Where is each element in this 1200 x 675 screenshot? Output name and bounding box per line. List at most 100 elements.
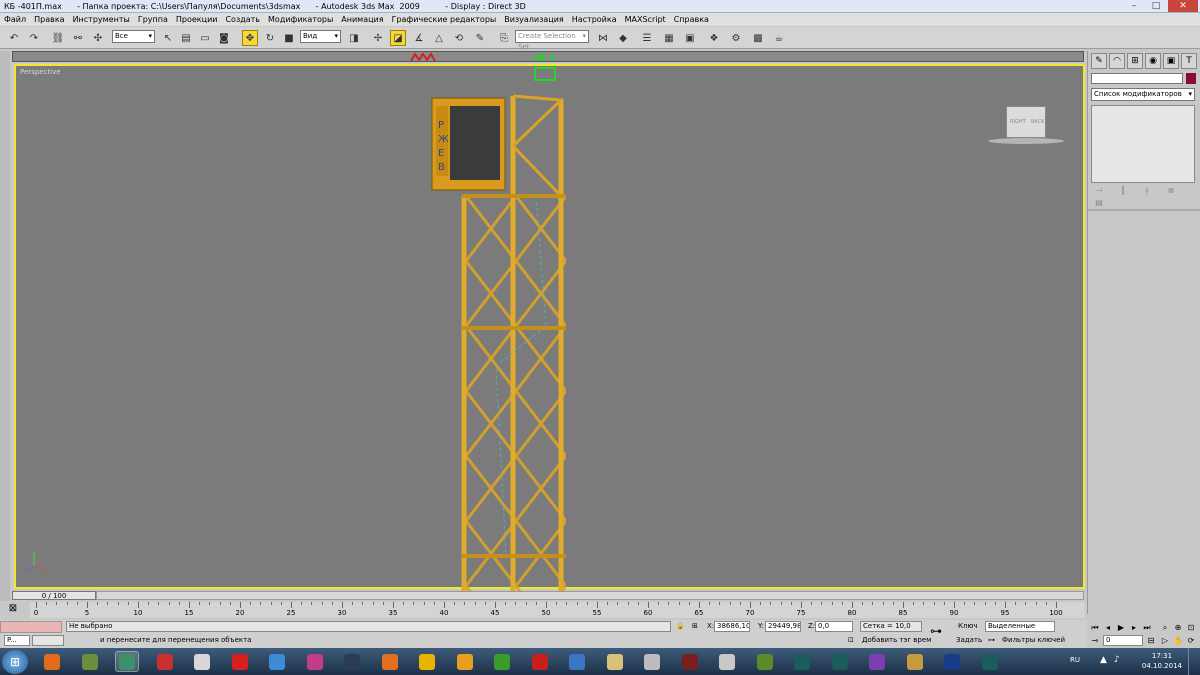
render-setup-icon[interactable]: ⚙: [728, 30, 744, 46]
viewcube-back-label[interactable]: BACK: [1031, 119, 1045, 125]
next-frame-icon[interactable]: ▸: [1128, 622, 1140, 633]
track-bar-icon[interactable]: ⊠: [6, 603, 20, 617]
selection-set-select[interactable]: Create Selection Set: [515, 30, 589, 51]
3dsmax2-icon[interactable]: [828, 651, 852, 672]
unlink-icon[interactable]: ⚯: [70, 30, 86, 46]
menu-group[interactable]: Группа: [134, 13, 172, 26]
undo-icon[interactable]: ↶: [6, 30, 22, 46]
mini-listener-tab[interactable]: P...: [4, 635, 30, 646]
folder-icon[interactable]: [603, 651, 627, 672]
hierarchy-tab-icon[interactable]: ⊞: [1127, 53, 1143, 69]
current-frame-field[interactable]: 0: [1103, 635, 1143, 646]
display-tab-icon[interactable]: ▣: [1163, 53, 1179, 69]
chrome-icon[interactable]: [265, 651, 289, 672]
menu-file[interactable]: Файл: [0, 13, 30, 26]
mirror-icon[interactable]: ⋈: [595, 30, 611, 46]
menu-views[interactable]: Проекции: [172, 13, 222, 26]
box-icon[interactable]: [190, 651, 214, 672]
time-slider[interactable]: 0 / 100: [12, 591, 96, 600]
arrow-icon[interactable]: [565, 651, 589, 672]
menu-modifiers[interactable]: Модификаторы: [264, 13, 337, 26]
zoom-all-icon[interactable]: ⊕: [1172, 622, 1184, 633]
bind-space-warp-icon[interactable]: ✣: [90, 30, 106, 46]
clock[interactable]: 17:31 04.10.2014: [1142, 651, 1182, 671]
goto-start-icon[interactable]: ⏮: [1089, 622, 1101, 633]
key-filters-icon[interactable]: ⊶: [988, 635, 995, 646]
maximize-button[interactable]: □: [1146, 0, 1166, 12]
z-coord-field[interactable]: 0,0: [815, 621, 853, 632]
time-tag-icon[interactable]: ⊡: [848, 635, 854, 646]
track-strip[interactable]: [12, 51, 1084, 62]
viewcube[interactable]: RIGHT BACK: [1006, 106, 1046, 138]
sketchbook-icon[interactable]: [115, 651, 139, 672]
remove-modifier-icon[interactable]: ⊗: [1163, 186, 1179, 198]
scale-icon[interactable]: ■: [281, 30, 297, 46]
record-icon[interactable]: [528, 651, 552, 672]
zoom-extents-icon[interactable]: ⊡: [1185, 622, 1197, 633]
abs-mode-icon[interactable]: ⊞: [692, 621, 698, 632]
zoom-icon[interactable]: ⌕: [1159, 622, 1171, 633]
pin-stack-icon[interactable]: ⊣: [1091, 186, 1107, 198]
material-editor-icon[interactable]: ❖: [706, 30, 722, 46]
modifier-list-select[interactable]: Список модификаторов: [1091, 88, 1195, 101]
3dsmax-icon[interactable]: [790, 651, 814, 672]
layer-manager-icon[interactable]: ☰: [639, 30, 655, 46]
menu-tools[interactable]: Инструменты: [69, 13, 134, 26]
reference-coord-select[interactable]: Вид: [300, 30, 341, 43]
object-name-field[interactable]: [1091, 73, 1183, 84]
set-key-label[interactable]: Задать: [956, 635, 982, 646]
play-icon[interactable]: ▶: [1115, 622, 1127, 633]
render-frame-icon[interactable]: ▩: [750, 30, 766, 46]
fov-icon[interactable]: ▷: [1159, 635, 1171, 646]
select-by-name-icon[interactable]: ▤: [178, 30, 194, 46]
menu-help[interactable]: Справка: [670, 13, 713, 26]
utilities-tab-icon[interactable]: T: [1181, 53, 1197, 69]
network-icon[interactable]: ▲: [1100, 655, 1107, 665]
time-config-icon[interactable]: ⊟: [1145, 635, 1157, 646]
gamepad-icon[interactable]: [640, 651, 664, 672]
maxscript-listener-field[interactable]: [0, 621, 62, 633]
angle-snap-icon[interactable]: ∡: [411, 30, 427, 46]
snap-icon[interactable]: ◪: [390, 30, 406, 46]
minecraft-icon[interactable]: [753, 651, 777, 672]
app2-icon[interactable]: [678, 651, 702, 672]
selection-filter-select[interactable]: Все: [112, 30, 155, 43]
curve-editor-icon[interactable]: ▦: [661, 30, 677, 46]
steam-icon[interactable]: [340, 651, 364, 672]
menu-animation[interactable]: Анимация: [337, 13, 387, 26]
vs-icon[interactable]: [865, 651, 889, 672]
move-icon[interactable]: ✥: [242, 30, 258, 46]
language-indicator[interactable]: RU: [1070, 656, 1080, 664]
modifier-stack[interactable]: [1091, 105, 1195, 183]
menu-customize[interactable]: Настройка: [568, 13, 621, 26]
create-tab-icon[interactable]: ✎: [1091, 53, 1107, 69]
motion-tab-icon[interactable]: ◉: [1145, 53, 1161, 69]
schematic-view-icon[interactable]: ▣: [682, 30, 698, 46]
percent-snap-icon[interactable]: △: [431, 30, 447, 46]
pan-icon[interactable]: ✋: [1172, 635, 1184, 646]
manipulate-icon[interactable]: ✢: [370, 30, 386, 46]
rect-select-icon[interactable]: ▭: [197, 30, 213, 46]
lock-selection-icon[interactable]: 🔒: [676, 621, 685, 632]
volume-icon[interactable]: ♪: [1114, 655, 1120, 665]
viewcube-right-label[interactable]: RIGHT: [1010, 119, 1026, 125]
app-icon[interactable]: [78, 651, 102, 672]
key-filters-button[interactable]: Фильтры ключей: [1002, 635, 1065, 646]
sketchup-icon[interactable]: [153, 651, 177, 672]
pivot-icon[interactable]: ◨: [346, 30, 362, 46]
quick-render-icon[interactable]: ☕: [771, 30, 787, 46]
puzzle-icon[interactable]: [453, 651, 477, 672]
listener-toggle[interactable]: [32, 635, 64, 646]
orange-icon[interactable]: [378, 651, 402, 672]
calc-icon[interactable]: [715, 651, 739, 672]
prev-frame-icon[interactable]: ◂: [1102, 622, 1114, 633]
start-button[interactable]: ⊞: [2, 650, 28, 674]
firefox-icon[interactable]: [40, 651, 64, 672]
time-slider-track[interactable]: [96, 591, 1084, 600]
object-color-swatch[interactable]: [1186, 73, 1196, 84]
window-crossing-icon[interactable]: ◙: [216, 30, 232, 46]
close-button[interactable]: ✕: [1168, 0, 1198, 12]
radiation-icon[interactable]: [903, 651, 927, 672]
edit-named-icon[interactable]: ⎘: [496, 30, 512, 46]
viewcube-ring[interactable]: [988, 138, 1064, 144]
